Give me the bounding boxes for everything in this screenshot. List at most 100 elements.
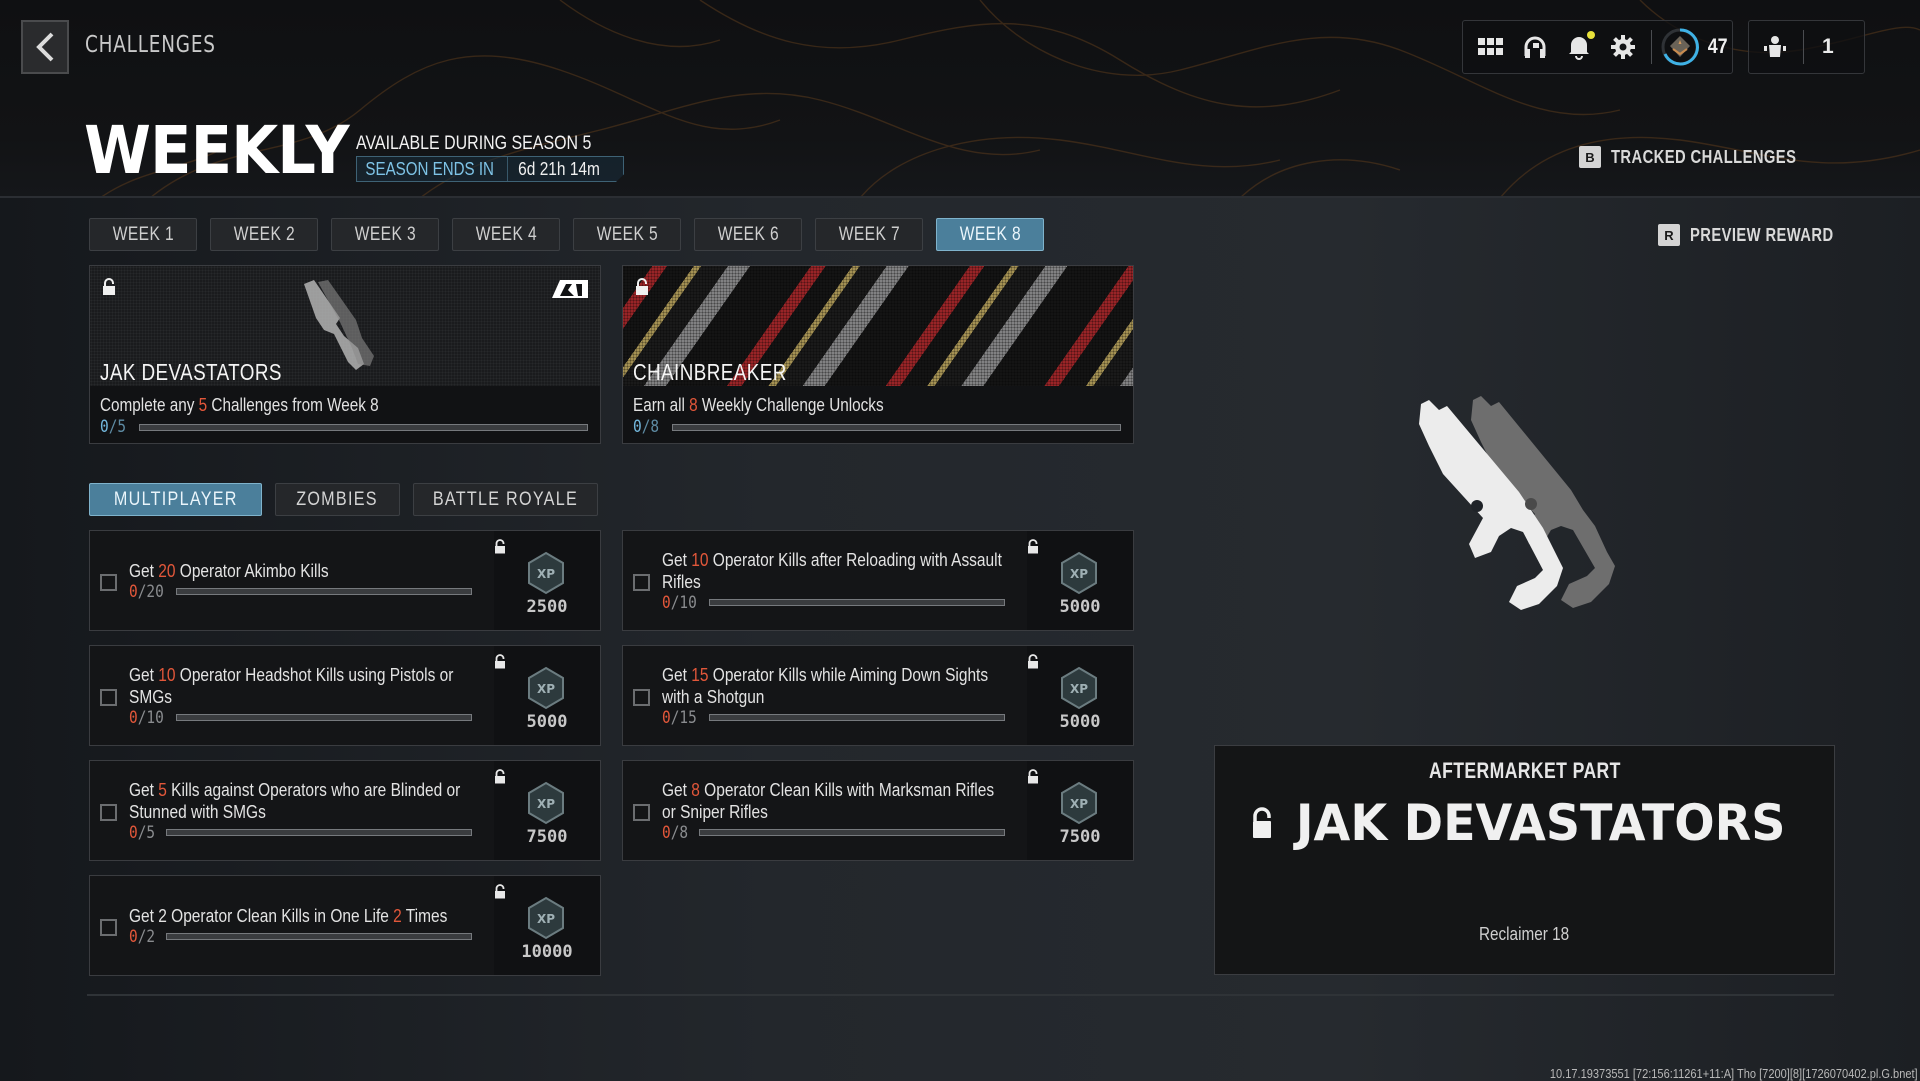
preview-reward-button[interactable]: R PREVIEW REWARD xyxy=(1658,224,1865,246)
svg-text:XP: XP xyxy=(537,797,555,811)
progress-total: 8 xyxy=(650,417,660,437)
challenge-description: Get 20 Operator Akimbo Kills xyxy=(129,560,473,582)
shotgun-thumbnail-icon xyxy=(304,280,374,370)
back-button[interactable] xyxy=(21,20,69,74)
tab-week-6[interactable]: WEEK 6 xyxy=(694,218,802,251)
challenge-row[interactable]: Get 15 Operator Kills while Aiming Down … xyxy=(622,645,1134,746)
social-button[interactable] xyxy=(1513,25,1557,69)
challenge-progress: 0/15 xyxy=(662,708,1005,728)
challenge-progress: 0/5 xyxy=(129,823,472,843)
xp-reward: XP 7500 xyxy=(1027,761,1133,860)
tab-battle-royale[interactable]: BATTLE ROYALE xyxy=(413,483,598,516)
tab-week-1[interactable]: WEEK 1 xyxy=(89,218,197,251)
challenge-progress: 0/10 xyxy=(129,708,472,728)
xp-amount: 5000 xyxy=(1059,712,1101,732)
reward-weapon: Reclaimer 18 xyxy=(1215,924,1834,945)
tab-zombies[interactable]: ZOMBIES xyxy=(275,483,400,516)
progress-count: 0/20 xyxy=(129,581,164,602)
unlock-card-chainbreaker[interactable]: CHAINBREAKER Earn all 8 Weekly Challenge… xyxy=(622,265,1134,444)
party-widget[interactable]: 1 xyxy=(1748,20,1865,74)
progress-current: 0 xyxy=(129,822,138,843)
desc-text: Times xyxy=(401,905,448,926)
desc-text: Get 2 Operator Clean Kills in One Life xyxy=(129,905,394,926)
key-r-icon: R xyxy=(1658,224,1680,246)
lock-icon xyxy=(495,539,505,554)
reward-weapon-text: Reclaimer 18 xyxy=(1479,924,1570,944)
track-checkbox[interactable] xyxy=(633,804,650,821)
lock-icon xyxy=(1028,654,1038,669)
season-ends-label: SEASON ENDS IN xyxy=(365,158,494,179)
challenge-description: Get 8 Operator Clean Kills with Marksman… xyxy=(662,779,1006,823)
track-checkbox[interactable] xyxy=(100,574,117,591)
progress-total: 10 xyxy=(146,707,164,728)
challenge-row[interactable]: Get 8 Operator Clean Kills with Marksman… xyxy=(622,760,1134,861)
track-checkbox[interactable] xyxy=(100,689,117,706)
challenge-row[interactable]: Get 20 Operator Akimbo Kills 0/20 XP 250… xyxy=(89,530,601,631)
xp-token-icon: XP xyxy=(528,666,564,710)
tracked-challenges-button[interactable]: B TRACKED CHALLENGES xyxy=(1579,146,1837,168)
unlock-card-jak-devastators[interactable]: JAK DEVASTATORS Complete any 5 Challenge… xyxy=(89,265,601,444)
progress-count: 0/5 xyxy=(100,417,127,437)
svg-text:XP: XP xyxy=(1070,797,1088,811)
party-button[interactable] xyxy=(1753,25,1797,69)
tab-week-5[interactable]: WEEK 5 xyxy=(573,218,681,251)
progress-bar xyxy=(165,933,472,940)
player-rank-button[interactable] xyxy=(1658,25,1702,69)
tab-week-7[interactable]: WEEK 7 xyxy=(815,218,923,251)
xp-reward: XP 5000 xyxy=(1027,646,1133,745)
desc-text: Get xyxy=(129,560,159,581)
xp-reward: XP 10000 xyxy=(494,876,600,975)
xp-amount: 10000 xyxy=(521,942,573,962)
tab-week-2[interactable]: WEEK 2 xyxy=(210,218,318,251)
xp-amount: 7500 xyxy=(526,827,568,847)
mode-tabs: MULTIPLAYER ZOMBIES BATTLE ROYALE xyxy=(89,483,598,516)
rank-emblem-icon xyxy=(1661,28,1699,66)
desc-highlight: 5 xyxy=(198,395,208,415)
track-checkbox[interactable] xyxy=(100,804,117,821)
progress-current: 0 xyxy=(662,592,671,613)
challenge-row[interactable]: Get 10 Operator Headshot Kills using Pis… xyxy=(89,645,601,746)
notification-dot xyxy=(1587,31,1595,39)
tab-week-4[interactable]: WEEK 4 xyxy=(452,218,560,251)
challenge-row[interactable]: Get 10 Operator Kills after Reloading wi… xyxy=(622,530,1134,631)
progress-bar xyxy=(138,423,588,431)
tab-label: WEEK 6 xyxy=(717,223,779,245)
track-checkbox[interactable] xyxy=(100,919,117,936)
tab-label: WEEK 3 xyxy=(354,223,416,245)
tab-week-8[interactable]: WEEK 8 xyxy=(936,218,1044,251)
progress-current: 0 xyxy=(129,581,138,602)
weapon-brand-logo-icon xyxy=(552,280,588,298)
tab-week-3[interactable]: WEEK 3 xyxy=(331,218,439,251)
desc-text: Weekly Challenge Unlocks xyxy=(697,395,884,415)
hud-toolbar: 47 xyxy=(1462,20,1733,74)
progress-bar xyxy=(708,714,1005,721)
xp-token-icon: XP xyxy=(1061,666,1097,710)
challenge-row[interactable]: Get 5 Kills against Operators who are Bl… xyxy=(89,760,601,861)
challenge-description: Get 2 Operator Clean Kills in One Life 2… xyxy=(129,905,473,927)
xp-amount: 2500 xyxy=(526,597,568,617)
desc-text: Get xyxy=(662,779,692,800)
progress-total: 5 xyxy=(146,822,156,843)
settings-button[interactable] xyxy=(1601,25,1645,69)
hud-divider xyxy=(1651,30,1652,64)
challenge-description: Get 15 Operator Kills while Aiming Down … xyxy=(662,664,1006,708)
desc-text: Get xyxy=(129,779,159,800)
chevron-left-icon xyxy=(36,32,54,62)
track-checkbox[interactable] xyxy=(633,574,650,591)
challenge-row[interactable]: Get 2 Operator Clean Kills in One Life 2… xyxy=(89,875,601,976)
progress-count: 0/10 xyxy=(129,707,164,728)
desc-highlight: 8 xyxy=(689,395,698,415)
progress-current: 0 xyxy=(633,417,642,437)
notifications-button[interactable] xyxy=(1557,25,1601,69)
progress-count: 0/8 xyxy=(662,822,689,843)
tab-multiplayer[interactable]: MULTIPLAYER xyxy=(89,483,262,516)
svg-text:XP: XP xyxy=(1070,682,1088,696)
progress-current: 0 xyxy=(129,926,138,947)
desc-highlight: 10 xyxy=(691,549,709,570)
apps-grid-button[interactable] xyxy=(1469,25,1513,69)
reward-name-text: JAK DEVASTATORS xyxy=(1295,794,1786,852)
progress-bar xyxy=(175,714,472,721)
xp-token-icon: XP xyxy=(528,551,564,595)
progress-bar xyxy=(708,599,1005,606)
track-checkbox[interactable] xyxy=(633,689,650,706)
